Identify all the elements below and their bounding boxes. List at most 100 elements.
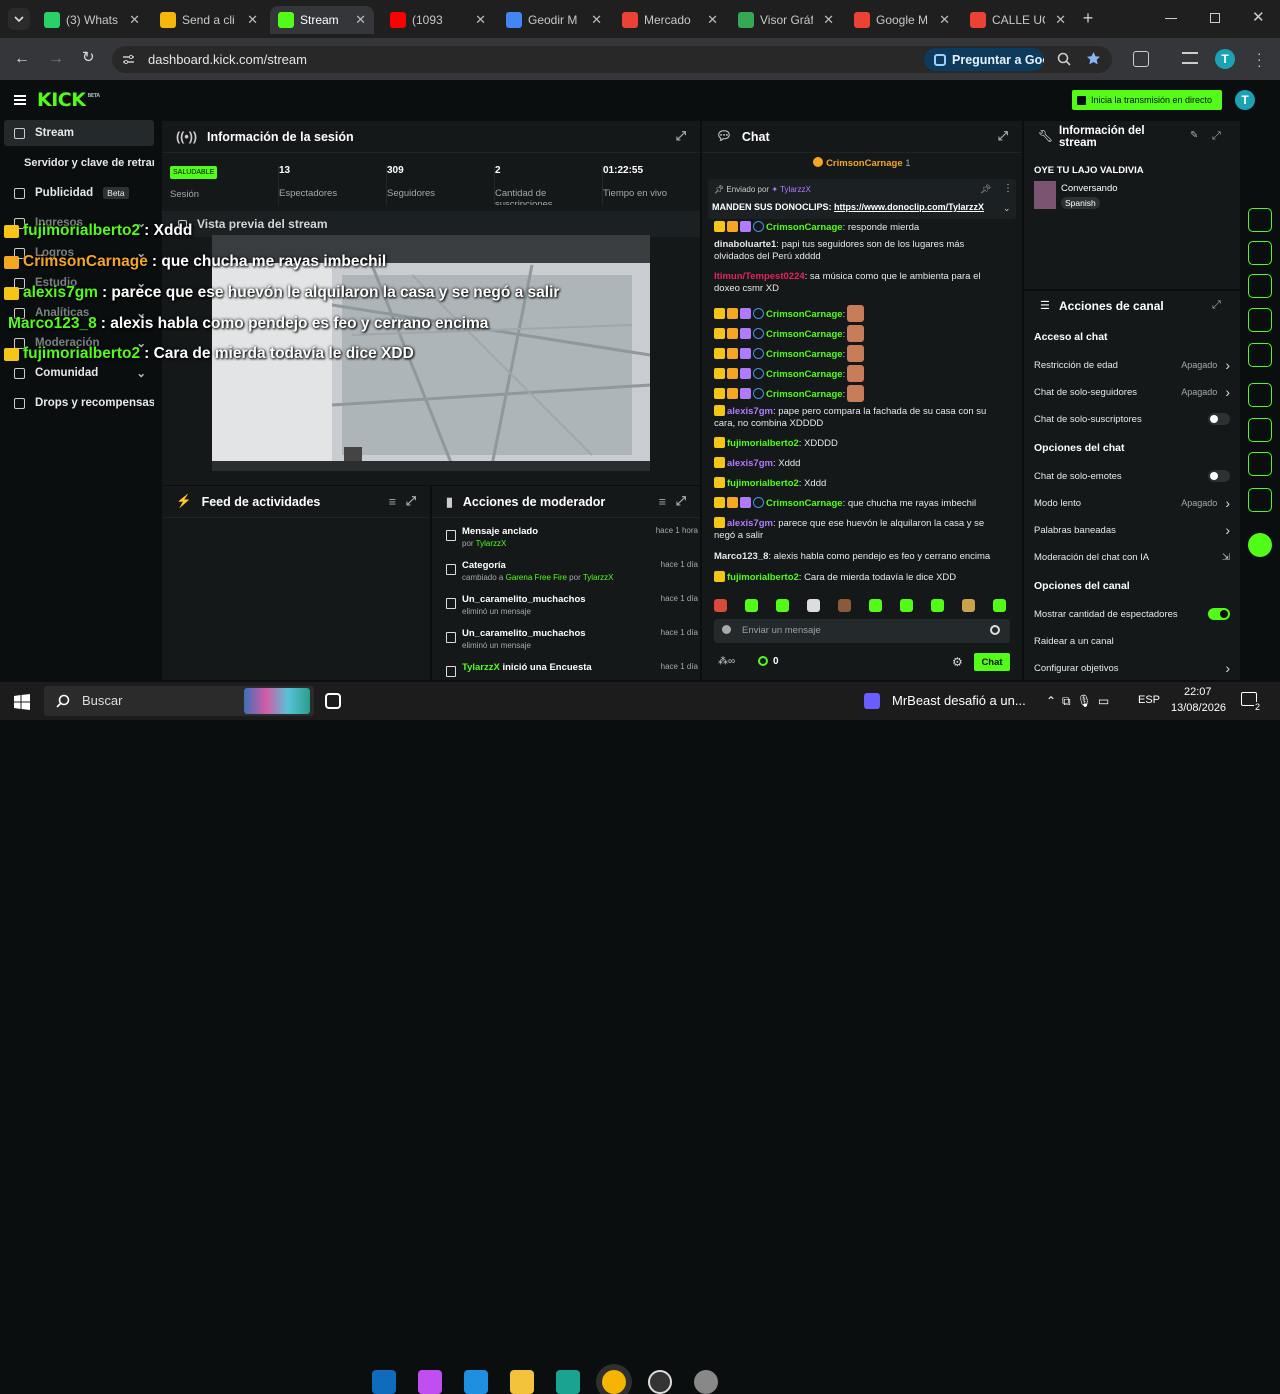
chat-username[interactable]: CrimsonCarnage bbox=[766, 369, 843, 380]
mod-action-user[interactable]: TylarzzX bbox=[462, 662, 500, 673]
chat-message[interactable]: fujimorialberto2: Xddd bbox=[714, 477, 1004, 490]
popout-icon[interactable]: ⤢ bbox=[406, 494, 416, 509]
ask-google-button[interactable]: Preguntar a Goo bbox=[924, 48, 1044, 71]
chevron-down-icon[interactable]: ⌄ bbox=[1003, 203, 1011, 214]
chat-message[interactable]: alexis7gm: pape pero compara la fachada … bbox=[714, 405, 1004, 430]
mod-action-item[interactable]: Mensaje anclado por TylarzzX hace 1 hora bbox=[446, 526, 698, 556]
pin-toggle-icon[interactable]: 📌︎ bbox=[980, 184, 991, 195]
maximize-button[interactable] bbox=[1210, 13, 1220, 23]
tab-4[interactable]: Geodir M ✕ bbox=[498, 6, 610, 34]
chrome-menu-icon[interactable]: · · · bbox=[1257, 46, 1262, 72]
forward-button[interactable]: → bbox=[48, 51, 64, 67]
language-indicator[interactable]: ESP bbox=[1138, 694, 1160, 706]
chat-icon[interactable] bbox=[1248, 308, 1272, 332]
channel-setting-row[interactable]: Moderación del chat con IA ⇲ bbox=[1034, 547, 1230, 567]
mod-action-user[interactable]: TylarzzX bbox=[476, 539, 507, 548]
mod-action-item[interactable]: Categoría cambiado a Garena Free Fire por… bbox=[446, 560, 698, 590]
popout-icon[interactable]: ⤢ bbox=[1212, 299, 1221, 312]
doc-icon[interactable] bbox=[1248, 274, 1272, 298]
chat-username[interactable]: CrimsonCarnage bbox=[766, 222, 843, 233]
chat-username[interactable]: dinaboluarte1 bbox=[714, 239, 776, 250]
channel-setting-row[interactable]: Palabras baneadas › bbox=[1034, 520, 1230, 540]
channel-setting-row[interactable]: Modo lento Apagado › bbox=[1034, 493, 1230, 513]
media-app-icon[interactable] bbox=[864, 693, 880, 709]
chat-message[interactable]: Marco123_8: alexis habla como pendejo es… bbox=[714, 551, 1004, 563]
bookmark-star-icon[interactable] bbox=[1086, 51, 1101, 66]
chat-username[interactable]: CrimsonCarnage bbox=[766, 498, 843, 509]
popout-icon[interactable]: ⤢ bbox=[1212, 130, 1221, 143]
chat-message[interactable]: alexis7gm: Xddd bbox=[714, 457, 1004, 470]
app-icon[interactable] bbox=[694, 1370, 718, 1394]
chat-username[interactable]: Itimun/Tempest0224 bbox=[714, 271, 805, 282]
pinned-link[interactable]: https://www.donoclip.com/TylarzzX bbox=[834, 202, 984, 212]
info-icon[interactable] bbox=[1248, 127, 1272, 151]
chat-username[interactable]: Marco123_8 bbox=[714, 551, 768, 562]
extensions-icon[interactable] bbox=[1133, 51, 1149, 67]
chat-message[interactable]: CrimsonCarnage: bbox=[714, 365, 1004, 382]
chat-username[interactable]: fujimorialberto2 bbox=[727, 572, 799, 583]
chat-message[interactable]: CrimsonCarnage: que chucha me rayas imbe… bbox=[714, 497, 1004, 510]
obs-icon[interactable] bbox=[648, 1370, 672, 1394]
emote-icon[interactable] bbox=[869, 599, 882, 612]
chat-message[interactable]: CrimsonCarnage: bbox=[714, 345, 1004, 362]
mod-action-item[interactable]: Un_caramelito_muchachos eliminó un mensaj… bbox=[446, 594, 698, 624]
tab-7[interactable]: Google M ✕ bbox=[846, 6, 958, 34]
close-tab-icon[interactable]: ✕ bbox=[939, 12, 950, 28]
link-icon[interactable] bbox=[1248, 343, 1272, 367]
close-tab-icon[interactable]: ✕ bbox=[355, 12, 366, 28]
chat-message[interactable]: dinaboluarte1: papi tus seguidores son d… bbox=[714, 239, 1004, 263]
chat-message[interactable]: Itimun/Tempest0224: sa música como que l… bbox=[714, 271, 1004, 295]
outlook-icon[interactable] bbox=[372, 1370, 396, 1394]
users-icon[interactable]: ⁂∞ bbox=[718, 656, 735, 667]
category-name[interactable]: Conversando bbox=[1061, 183, 1118, 194]
emote-icon[interactable] bbox=[962, 599, 975, 612]
explorer-icon[interactable] bbox=[510, 1370, 534, 1394]
channel-setting-row[interactable]: Chat de solo-emotes bbox=[1034, 466, 1230, 486]
chat-username[interactable]: CrimsonCarnage bbox=[766, 329, 843, 340]
tab-2[interactable]: Stream ✕ bbox=[270, 6, 374, 34]
filter-icon[interactable]: ≡ bbox=[659, 495, 666, 509]
chat-username[interactable]: CrimsonCarnage bbox=[766, 389, 843, 400]
help-icon[interactable] bbox=[1248, 533, 1272, 557]
channel-setting-row[interactable]: Restricción de edad Apagado › bbox=[1034, 355, 1230, 375]
new-tab-button[interactable]: + bbox=[1080, 9, 1096, 27]
emote-icon[interactable] bbox=[993, 599, 1006, 612]
sidebar-item-2[interactable]: Publicidad Beta bbox=[4, 180, 154, 206]
copilot-icon[interactable] bbox=[418, 1370, 442, 1394]
chat-message[interactable]: CrimsonCarnage: bbox=[714, 385, 1004, 402]
emote-picker-icon[interactable] bbox=[722, 625, 731, 634]
close-tab-icon[interactable]: ✕ bbox=[707, 12, 718, 28]
smiley-icon[interactable] bbox=[990, 625, 1000, 635]
mod-action-item[interactable]: Un_caramelito_muchachos eliminó un mensaj… bbox=[446, 628, 698, 658]
edit-icon[interactable]: ✎ bbox=[1190, 130, 1198, 141]
channel-setting-row[interactable]: Chat de solo-seguidores Apagado › bbox=[1034, 382, 1230, 402]
channel-setting-row[interactable]: Configurar objetivos › bbox=[1034, 658, 1230, 678]
reload-button[interactable]: ↻ bbox=[82, 50, 95, 66]
hamburger-menu-icon[interactable] bbox=[14, 95, 26, 105]
setting-toggle[interactable] bbox=[1208, 470, 1230, 482]
profile-avatar[interactable]: T bbox=[1215, 49, 1235, 69]
sidebar-item-1[interactable]: Servidor y clave de retransmisión bbox=[4, 150, 154, 176]
chat-message[interactable]: fujimorialberto2: Cara de mierda todavía… bbox=[714, 571, 1004, 584]
go-live-button[interactable]: Inicia la transmisión en directo bbox=[1072, 90, 1222, 110]
pinned-message[interactable]: 📌︎ Enviado por ✦ TylarzzX MANDEN SUS DON… bbox=[708, 179, 1016, 219]
chat-input[interactable]: Enviar un mensaje bbox=[714, 619, 1010, 643]
bolt-icon[interactable] bbox=[1248, 241, 1272, 265]
close-tab-icon[interactable]: ✕ bbox=[823, 12, 834, 28]
store-icon[interactable] bbox=[464, 1370, 488, 1394]
popout-icon[interactable]: ⤢ bbox=[998, 129, 1008, 144]
close-tab-icon[interactable]: ✕ bbox=[475, 12, 486, 28]
chat-message[interactable]: fujimorialberto2: XDDDD bbox=[714, 437, 1004, 450]
tab-0[interactable]: (3) Whats ✕ bbox=[36, 6, 148, 34]
tab-search-button[interactable] bbox=[8, 8, 30, 30]
chat-username[interactable]: alexis7gm bbox=[727, 458, 773, 469]
omnibox[interactable]: dashboard.kick.com/stream Preguntar a Go… bbox=[112, 46, 1112, 73]
qr-icon[interactable] bbox=[1248, 208, 1272, 232]
close-tab-icon[interactable]: ✕ bbox=[1055, 12, 1066, 28]
emote-icon[interactable] bbox=[776, 599, 789, 612]
chrome-icon[interactable] bbox=[602, 1370, 626, 1394]
emote-icon[interactable] bbox=[900, 599, 913, 612]
tab-5[interactable]: Mercado ✕ bbox=[614, 6, 726, 34]
clock-date[interactable]: 13/08/2026 bbox=[1171, 702, 1226, 714]
chat-username[interactable]: CrimsonCarnage bbox=[766, 309, 843, 320]
